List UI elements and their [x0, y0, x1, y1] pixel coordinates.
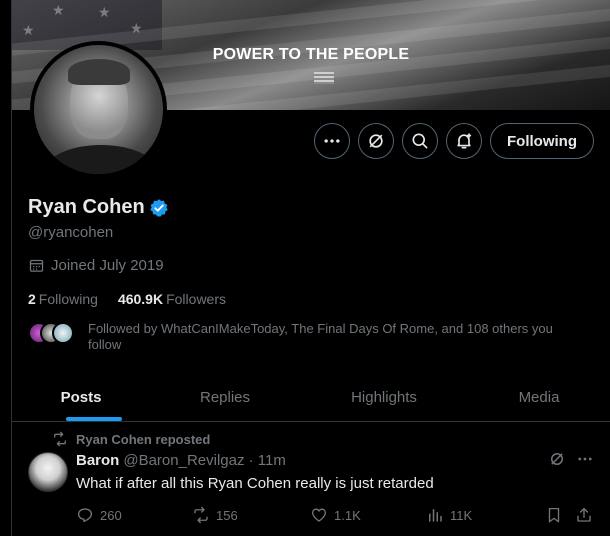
bookmark-icon: [548, 507, 560, 523]
like-button[interactable]: 1.1K: [310, 506, 361, 524]
following-count-link[interactable]: 2 Following: [28, 291, 98, 307]
following-count: 2: [28, 291, 36, 307]
joined-text: Joined July 2019: [51, 257, 164, 274]
repost-label: Ryan Cohen reposted: [76, 431, 211, 447]
like-count: 1.1K: [334, 507, 361, 523]
repost-icon: [194, 506, 208, 524]
star-decoration: ★: [52, 2, 65, 18]
repost-count: 156: [216, 507, 238, 523]
post-header: Baron @Baron_Revilgaz · 11m: [76, 452, 286, 469]
views-icon: [429, 509, 442, 522]
tab-posts[interactable]: Posts: [12, 372, 150, 422]
views-button[interactable]: 11K: [426, 506, 472, 524]
post-text: What if after all this Ryan Cohen really…: [76, 475, 434, 492]
follower-avatars: [28, 322, 78, 344]
avatar-shirt: [46, 145, 156, 174]
name-row: Ryan Cohen: [28, 196, 169, 219]
grok-button[interactable]: [358, 123, 394, 159]
reply-icon: [77, 508, 93, 523]
avatar-hair: [68, 59, 130, 85]
star-decoration: ★: [22, 22, 35, 38]
more-icon: [578, 457, 592, 461]
display-name: Ryan Cohen: [28, 196, 145, 218]
more-button[interactable]: [314, 123, 350, 159]
followers-count-link[interactable]: 460.9K Followers: [118, 291, 226, 307]
followers-label: Followers: [166, 291, 226, 307]
repost-button[interactable]: 156: [192, 506, 238, 524]
grok-post-button[interactable]: [548, 450, 566, 468]
post-author-name[interactable]: Baron: [76, 452, 119, 469]
tab-posts-label: Posts: [60, 388, 102, 406]
grok-icon: [551, 453, 563, 465]
post-actions: 260 156 1.1K 11K: [0, 506, 610, 528]
post-author-avatar[interactable]: [28, 452, 68, 492]
follower-avatar: [52, 322, 74, 344]
user-handle: @ryancohen: [28, 224, 114, 241]
profile-avatar[interactable]: [30, 41, 167, 178]
tab-media-label: Media: [518, 388, 560, 406]
followed-by-text: Followed by WhatCanIMakeToday, The Final…: [88, 321, 553, 352]
repost-indicator[interactable]: Ryan Cohen reposted: [52, 431, 210, 447]
search-icon: [412, 133, 428, 149]
followers-count: 460.9K: [117, 291, 164, 307]
flag-emoji-icon: [314, 72, 334, 84]
reply-button[interactable]: 260: [76, 506, 122, 524]
repost-icon: [54, 431, 66, 447]
joined-date: Joined July 2019: [28, 257, 164, 274]
tab-highlights-label: Highlights: [351, 388, 417, 406]
following-button[interactable]: Following: [490, 123, 594, 159]
more-icon: [324, 139, 340, 143]
tab-replies-label: Replies: [199, 388, 251, 406]
follow-counts: 2 Following 460.9K Followers: [28, 291, 226, 307]
bookmark-button[interactable]: [545, 506, 563, 524]
post-top-actions: [548, 450, 594, 468]
star-decoration: ★: [98, 4, 111, 20]
calendar-icon: [29, 259, 44, 272]
followed-by-link[interactable]: Followed by WhatCanIMakeToday, The Final…: [28, 321, 568, 353]
reply-count: 260: [100, 507, 122, 523]
share-button[interactable]: [575, 506, 593, 524]
tab-replies[interactable]: Replies: [150, 372, 300, 422]
active-tab-indicator: [66, 417, 122, 421]
profile-tabs: Posts Replies Highlights Media: [12, 372, 610, 422]
profile-page: ★ ★ ★ ★ POWER TO THE PEOPLE Following Ry…: [0, 0, 610, 536]
tab-highlights[interactable]: Highlights: [300, 372, 468, 422]
bell-plus-icon: [457, 133, 472, 149]
notifications-button[interactable]: [446, 123, 482, 159]
post-author-handle[interactable]: @Baron_Revilgaz · 11m: [123, 452, 286, 469]
grok-icon: [369, 134, 383, 148]
following-label: Following: [38, 291, 98, 307]
search-button[interactable]: [402, 123, 438, 159]
verified-badge-icon[interactable]: [149, 198, 169, 218]
heart-icon: [311, 508, 327, 522]
tab-media[interactable]: Media: [468, 372, 610, 422]
post-more-button[interactable]: [576, 450, 594, 468]
share-icon: [577, 507, 591, 522]
views-count: 11K: [450, 507, 473, 523]
